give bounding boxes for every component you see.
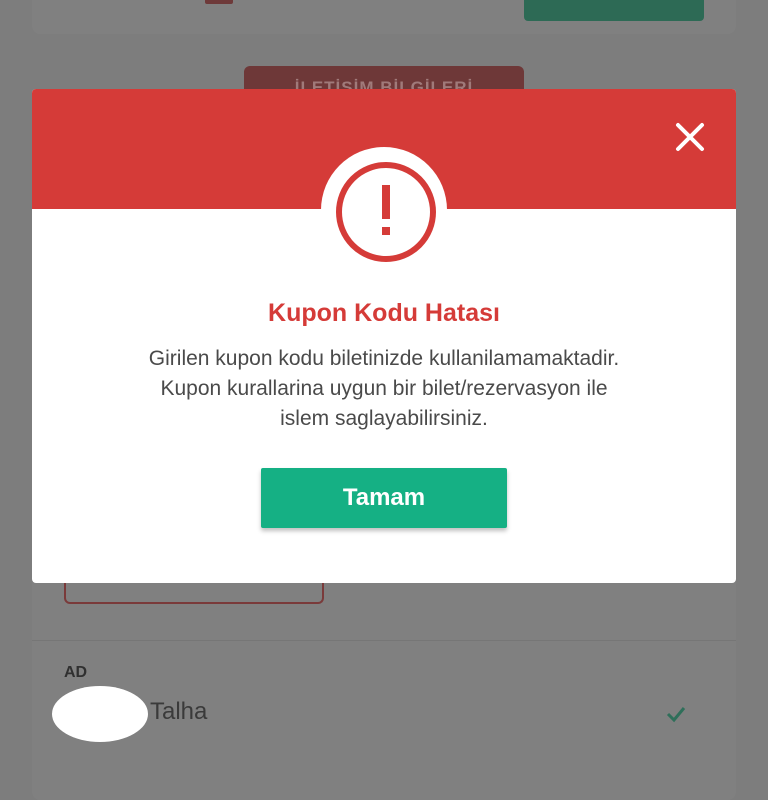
message-line: Kupon kurallarina uygun bir bilet/rezerv… [160, 377, 608, 400]
message-line: Girilen kupon kodu biletinizde kullanila… [148, 347, 620, 370]
checkmark-icon [664, 702, 688, 732]
close-icon[interactable] [670, 117, 710, 157]
redaction-blot [52, 686, 148, 742]
name-field-value: Talha [150, 698, 208, 725]
dialog-title: Kupon Kodu Hatası [268, 299, 500, 327]
message-line: islem saglayabilirsiniz. [280, 407, 488, 430]
confirm-button[interactable]: Tamam [261, 468, 507, 528]
exclamation-circle-icon [321, 147, 447, 273]
divider [32, 640, 736, 641]
dialog-message: Girilen kupon kodu biletinizde kullanila… [72, 344, 696, 434]
coupon-error-dialog: Kupon Kodu Hatası Girilen kupon kodu bil… [32, 89, 736, 583]
name-field-label: AD [64, 664, 88, 681]
apply-button [524, 0, 704, 21]
price-text [205, 0, 233, 4]
